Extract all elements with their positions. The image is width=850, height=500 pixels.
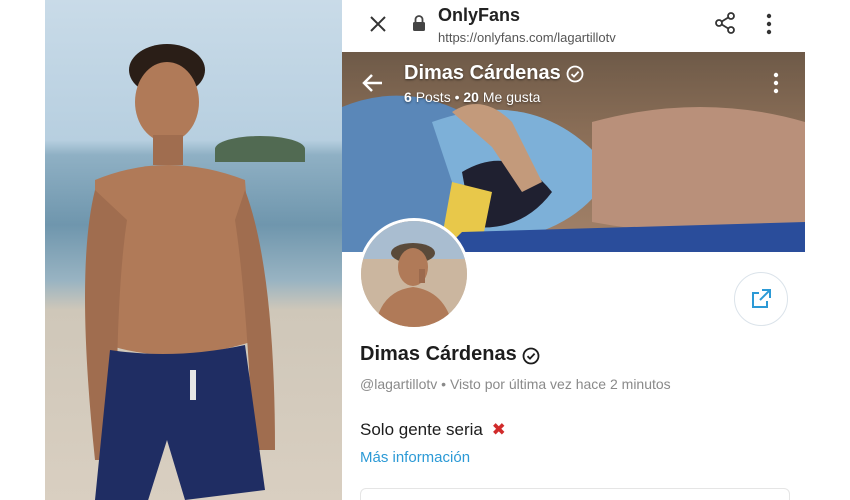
url-text[interactable]: https://onlyfans.com/lagartillotv <box>438 30 616 45</box>
bio-text: Solo gente seria <box>360 420 483 439</box>
likes-label: Me gusta <box>482 89 541 105</box>
frame-left-margin <box>0 0 45 500</box>
share-profile-icon <box>752 289 771 308</box>
content-card <box>360 488 790 500</box>
profile-bio: Solo gente seria ✖ <box>360 420 506 440</box>
lock-icon <box>413 15 425 31</box>
posts-label: Posts <box>415 89 451 105</box>
cover-kebab-menu-icon[interactable] <box>772 72 780 94</box>
more-info-link[interactable]: Más información <box>360 449 470 466</box>
shirtless-man-figure <box>85 44 275 500</box>
likes-count: 20 <box>463 89 479 105</box>
avatar[interactable] <box>358 218 470 330</box>
close-icon[interactable] <box>366 12 390 36</box>
status-separator: • <box>441 376 450 392</box>
profile-handle: @lagartillotv <box>360 376 438 392</box>
avatar-art <box>361 221 467 327</box>
site-title: OnlyFans <box>438 5 521 25</box>
verified-badge-icon <box>522 347 540 365</box>
cross-mark-icon: ✖ <box>491 420 506 439</box>
verified-badge-icon <box>566 65 584 83</box>
mobile-browser-screen: OnlyFans https://onlyfans.com/lagartillo… <box>342 0 805 500</box>
profile-display-name: Dimas Cárdenas <box>360 343 517 365</box>
cover-display-name: Dimas Cárdenas <box>404 62 561 84</box>
posts-count: 6 <box>404 89 412 105</box>
frame-right-margin <box>805 0 850 500</box>
last-seen-status: Visto por última vez hace 2 minutos <box>449 376 671 392</box>
beach-photo <box>45 0 342 500</box>
share-icon[interactable] <box>714 12 736 34</box>
cover-stats: 6 Posts • 20 Me gusta <box>404 89 540 105</box>
browser-toolbar: OnlyFans https://onlyfans.com/lagartillo… <box>342 0 805 52</box>
share-profile-button[interactable] <box>734 272 788 326</box>
stats-separator: • <box>454 89 460 105</box>
back-arrow-icon[interactable] <box>360 70 386 96</box>
handle-status-line: @lagartillotv • Visto por última vez hac… <box>360 376 671 392</box>
kebab-menu-icon[interactable] <box>762 12 776 36</box>
